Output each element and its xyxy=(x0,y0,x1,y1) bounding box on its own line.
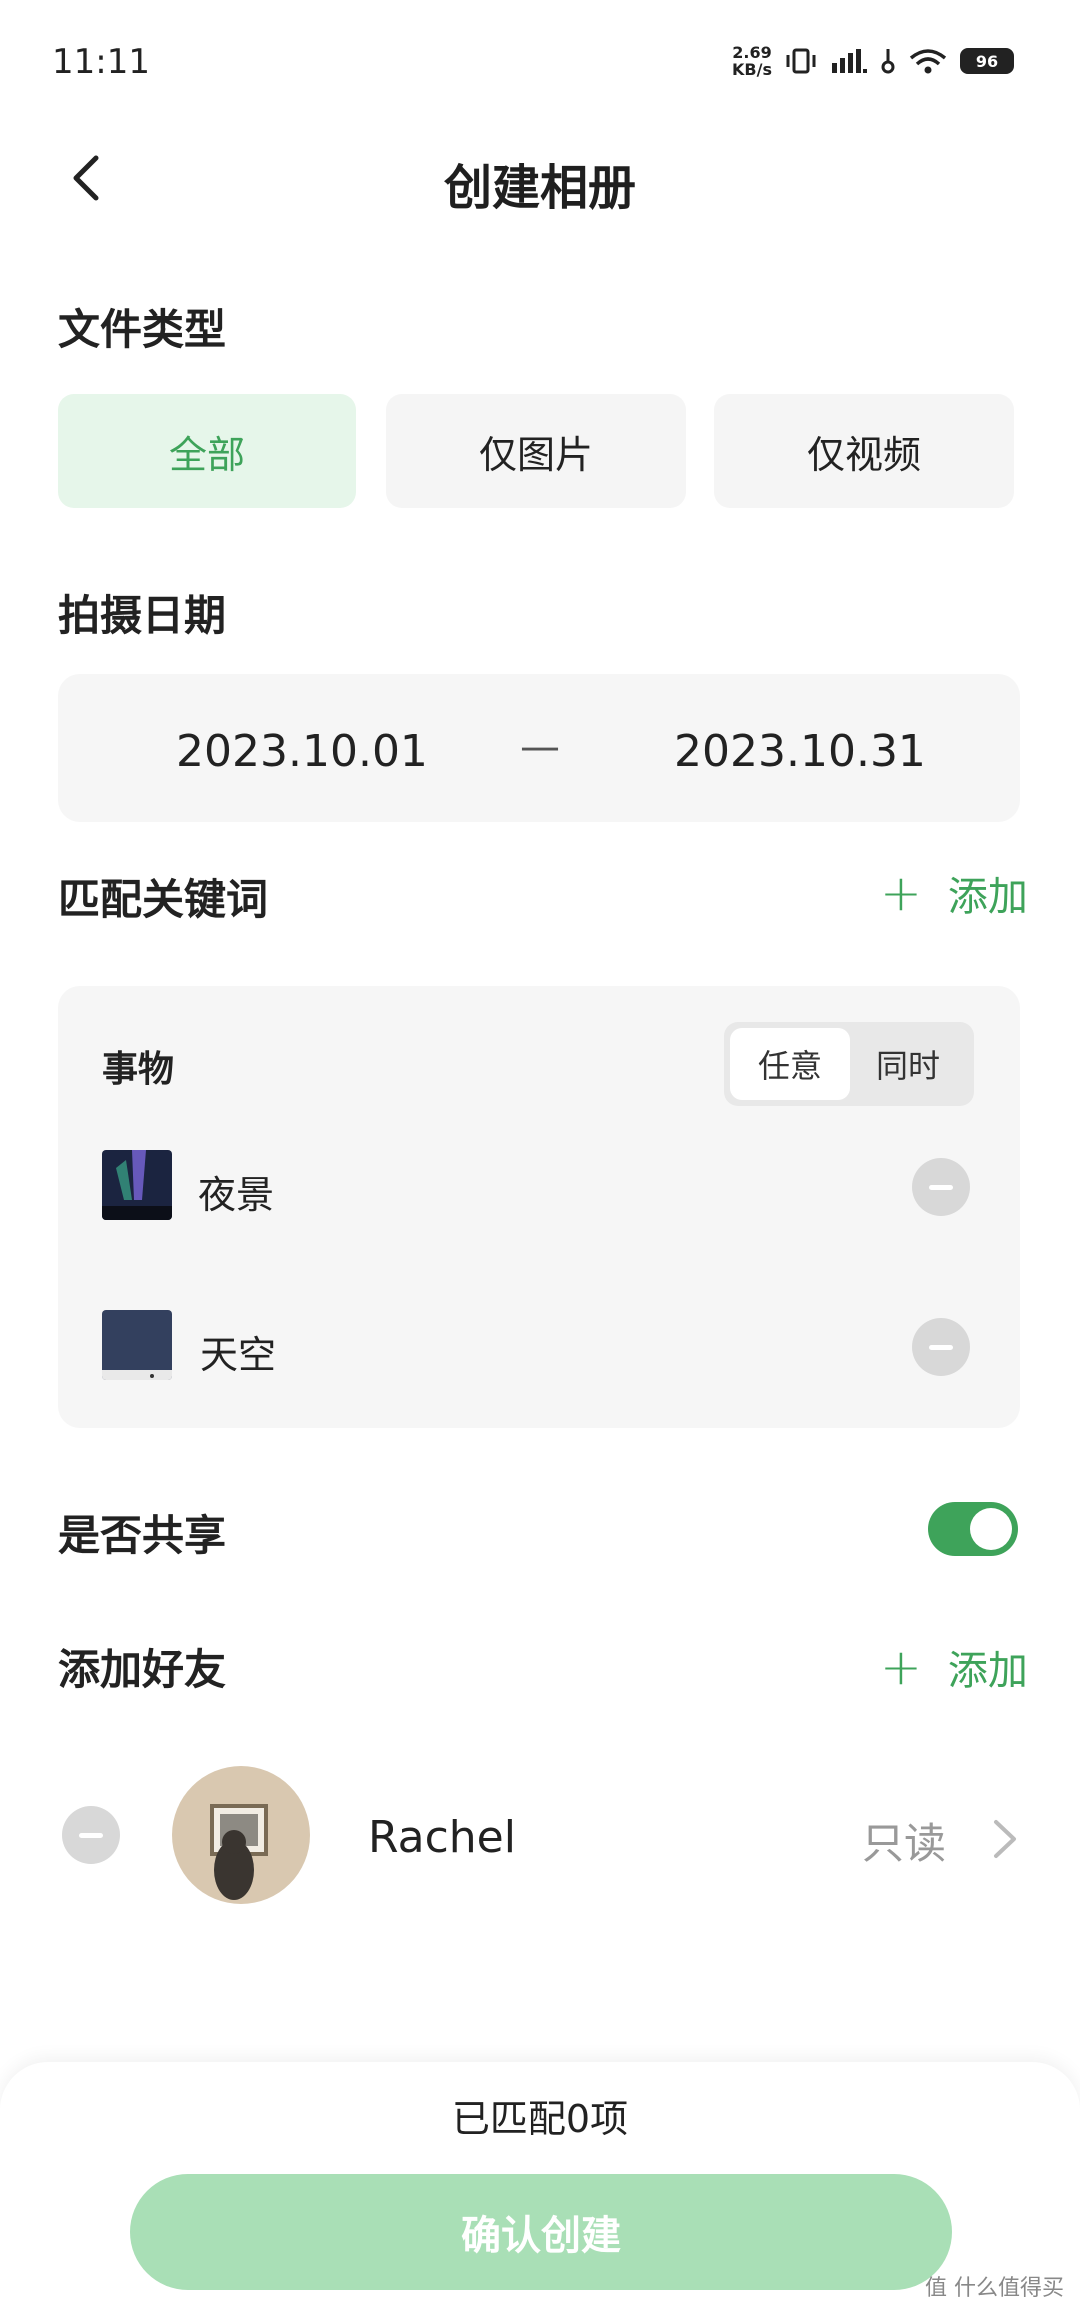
add-friends-label: 添加好友 xyxy=(58,1645,227,1694)
matched-count: 已匹配0项 xyxy=(451,2097,629,2141)
confirm-create-button[interactable]: 确认创建 xyxy=(130,2174,952,2290)
net-speed-unit: KB/s xyxy=(732,60,772,79)
plus-icon: + xyxy=(880,864,922,922)
add-friend-label: 添加 xyxy=(947,1648,1028,1694)
add-friend-button[interactable]: + 添加 xyxy=(880,1638,1028,1696)
net-speed-value: 2.69 xyxy=(732,43,772,62)
date-label: 拍摄日期 xyxy=(58,591,227,640)
battery-icon: 96 xyxy=(960,48,1014,74)
match-mode-any[interactable]: 任意 xyxy=(730,1028,850,1100)
night-scene-thumbnail-icon xyxy=(102,1150,172,1220)
keywords-card: 事物 任意 同时 夜景 天空 xyxy=(58,986,1020,1428)
signal-secondary-icon xyxy=(881,49,895,74)
status-icons: 2.69 KB/s 96 xyxy=(732,44,1014,78)
friend-name[interactable]: Rachel xyxy=(368,1812,516,1863)
share-toggle[interactable] xyxy=(928,1502,1018,1556)
remove-keyword-button[interactable] xyxy=(912,1158,970,1216)
avatar xyxy=(172,1766,310,1904)
watermark: 值 什么值得买 xyxy=(925,2276,1064,2301)
status-time: 11:11 xyxy=(52,42,150,82)
start-date[interactable]: 2023.10.01 xyxy=(176,726,428,777)
date-range-picker[interactable]: 2023.10.01 — 2023.10.31 xyxy=(58,674,1020,822)
file-type-videos-button[interactable]: 仅视频 xyxy=(714,394,1014,508)
file-type-label: 文件类型 xyxy=(58,305,227,354)
keywords-label: 匹配关键词 xyxy=(58,875,269,924)
end-date[interactable]: 2023.10.31 xyxy=(674,726,926,777)
remove-friend-button[interactable] xyxy=(62,1806,120,1864)
chevron-right-icon[interactable] xyxy=(990,1816,1020,1862)
date-separator: — xyxy=(520,724,560,770)
keyword-label: 夜景 xyxy=(198,1173,275,1217)
toggle-knob xyxy=(970,1508,1012,1550)
match-mode-toggle: 任意 同时 xyxy=(724,1022,974,1106)
file-type-all-button[interactable]: 全部 xyxy=(58,394,356,508)
add-keyword-label: 添加 xyxy=(947,874,1028,920)
match-mode-all[interactable]: 同时 xyxy=(848,1028,968,1100)
friend-permission[interactable]: 只读 xyxy=(862,1810,946,1871)
keyword-label: 天空 xyxy=(200,1333,277,1377)
sky-thumbnail-icon xyxy=(102,1310,172,1380)
plus-icon: + xyxy=(880,1638,922,1696)
page-title: 创建相册 xyxy=(443,160,636,216)
share-label: 是否共享 xyxy=(58,1511,227,1560)
signal-icon xyxy=(832,49,867,73)
vibrate-icon xyxy=(786,48,816,74)
keyword-group-label: 事物 xyxy=(102,1049,175,1090)
add-keyword-button[interactable]: + 添加 xyxy=(880,864,1028,922)
net-speed: 2.69 KB/s xyxy=(732,44,772,78)
remove-keyword-button[interactable] xyxy=(912,1318,970,1376)
file-type-images-button[interactable]: 仅图片 xyxy=(386,394,686,508)
wifi-icon xyxy=(909,49,947,74)
